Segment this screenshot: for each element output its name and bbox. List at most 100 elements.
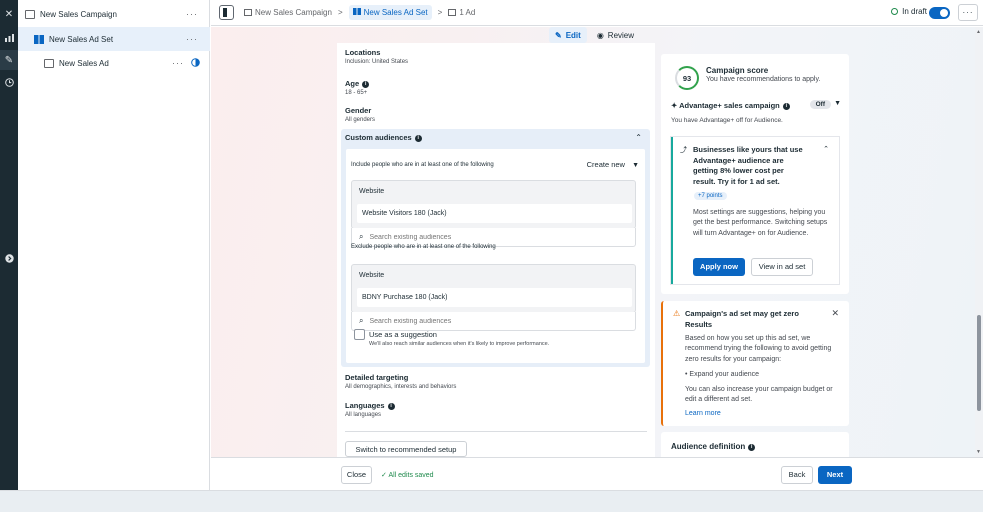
back-button[interactable]: Back [781,466,813,484]
tree-item-label: New Sales Campaign [40,9,117,19]
suggestion-title: Use as a suggestion [369,330,437,339]
gender-value: All genders [345,117,376,123]
breadcrumb-ad[interactable]: 1 Ad [459,8,475,17]
tree-item-campaign[interactable]: New Sales Campaign ··· [18,2,210,26]
breadcrumb-campaign[interactable]: New Sales Campaign [255,8,332,17]
tip-body: Most settings are suggestions, helping y… [693,209,828,237]
info-icon: i [782,103,790,110]
age-value: 18 - 65+ [345,90,368,96]
divider [345,431,647,432]
adset-icon [352,8,361,15]
close-button[interactable]: Close [341,466,372,484]
info-icon: i [387,403,395,410]
sidebar-toggle-icon[interactable] [219,5,234,20]
languages-title: Languages [345,401,385,410]
warning-bullet-text: Expand your audience [689,371,760,378]
custom-audiences-panel: Custom audiences i ⌃ Include people who a… [341,129,650,367]
breadcrumb-separator: > [337,8,343,17]
more-options-icon[interactable]: ··· [186,9,198,19]
expand-arrow-icon[interactable] [0,248,18,268]
adset-icon [34,34,44,44]
scroll-up-arrow-icon[interactable]: ▲ [976,29,981,35]
status-circle-icon [891,8,899,15]
caret-down-icon: ▼ [632,162,639,169]
locations-value: Inclusion: United States [345,59,409,65]
save-status: ✓ All edits saved [381,471,434,479]
switch-recommended-button[interactable]: Switch to recommended setup [345,441,467,457]
languages-section[interactable]: Languages i All languages [345,401,395,418]
close-icon[interactable]: ✕ [0,4,18,24]
search-icon: ⌕ [359,316,364,325]
custom-audiences-title: Custom audiences [345,133,412,142]
recommendation-tip: ⤴ Businesses like yours that use Advanta… [671,137,839,284]
tip-title: Businesses like yours that use Advantage… [693,145,803,186]
warning-body: Based on how you set up this ad set, we … [685,335,832,363]
include-search-input[interactable] [369,233,610,241]
bottom-strip [0,490,983,512]
more-options-icon[interactable]: ··· [172,58,184,68]
locations-title: Locations [345,48,381,57]
points-badge: +7 points [694,192,727,200]
breadcrumb-adset[interactable]: New Sales Ad Set [348,5,432,20]
pencil-icon[interactable]: ✎ [0,50,18,70]
chevron-up-icon[interactable]: ⌃ [635,133,642,142]
more-button[interactable]: ··· [958,4,978,21]
review-mode-button[interactable]: ◉ Review [591,27,640,43]
trend-icon: ⤴ [680,147,687,154]
locations-section[interactable]: Locations Inclusion: United States [345,48,408,65]
exclude-search-input[interactable] [369,317,610,325]
info-icon: i [362,81,370,88]
zero-results-warning-card: ⚠ Campaign's ad set may get zero Results… [661,301,849,426]
next-button[interactable]: Next [818,466,852,484]
exclude-audience-chip[interactable]: BDNY Purchase 180 (Jack) [357,288,632,307]
search-icon: ⌕ [359,232,364,241]
scrollbar-thumb[interactable] [977,315,981,411]
include-audience-block: Website Website Visitors 180 (Jack) [351,180,636,229]
top-bar: New Sales Campaign > New Sales Ad Set > … [211,0,983,26]
create-new-dropdown[interactable]: Create new ▼ [587,160,639,169]
advantage-title: Advantage+ sales campaign [679,101,780,110]
publish-toggle[interactable] [929,7,950,19]
scrollbar[interactable]: ▲ ▼ [975,27,983,457]
info-icon: i [414,135,422,142]
mode-switcher: ✎ Edit ◉ Review [549,27,640,43]
caret-down-icon[interactable]: ▼ [834,100,841,107]
custom-audiences-body: Include people who are in at least one o… [346,149,645,363]
clock-icon[interactable] [0,72,18,92]
half-circle-status-icon [191,58,200,69]
sparkle-icon: ✦ [671,101,680,110]
detailed-targeting-section[interactable]: Detailed targeting All demographics, int… [345,373,456,390]
breadcrumb: New Sales Campaign > New Sales Ad Set > … [244,5,475,20]
include-block-title: Website [359,188,385,195]
audience-form: Locations Inclusion: United States Age i … [337,43,655,457]
scroll-down-arrow-icon[interactable]: ▼ [976,449,981,455]
tree-item-ad[interactable]: New Sales Ad ··· [18,51,210,75]
audience-definition-card: Audience definition i [661,432,849,457]
ad-icon [448,9,457,16]
age-section[interactable]: Age i 18 - 65+ [345,79,370,96]
gender-section[interactable]: Gender All genders [345,106,375,123]
warning-bullet: • Expand your audience [685,371,759,378]
use-as-suggestion-checkbox[interactable] [354,329,365,340]
advantage-status-pill[interactable]: Off [809,100,831,109]
tree-item-label: New Sales Ad Set [49,34,114,44]
view-in-ad-set-button[interactable]: View in ad set [751,258,813,276]
advantage-subtitle: You have Advantage+ off for Audience. [671,117,783,124]
pencil-icon: ✎ [555,30,562,40]
edit-mode-button[interactable]: ✎ Edit [549,27,587,43]
close-icon[interactable]: ✕ [831,308,839,319]
draft-status: In draft [891,7,927,16]
warning-body-secondary: You can also increase your campaign budg… [685,386,833,404]
chevron-up-icon[interactable]: ⌃ [823,145,829,153]
apply-now-button[interactable]: Apply now [693,258,745,276]
more-options-icon[interactable]: ··· [186,34,198,44]
include-instruction: Include people who are in at least one o… [351,162,494,168]
gender-title: Gender [345,106,372,115]
chart-icon[interactable] [0,28,18,48]
info-icon: i [748,444,756,451]
tree-item-adset[interactable]: New Sales Ad Set ··· [18,27,210,51]
learn-more-link[interactable]: Learn more [685,410,721,417]
age-title: Age [345,79,360,88]
exclude-search[interactable]: ⌕ [351,312,636,331]
include-audience-chip[interactable]: Website Visitors 180 (Jack) [357,204,632,223]
